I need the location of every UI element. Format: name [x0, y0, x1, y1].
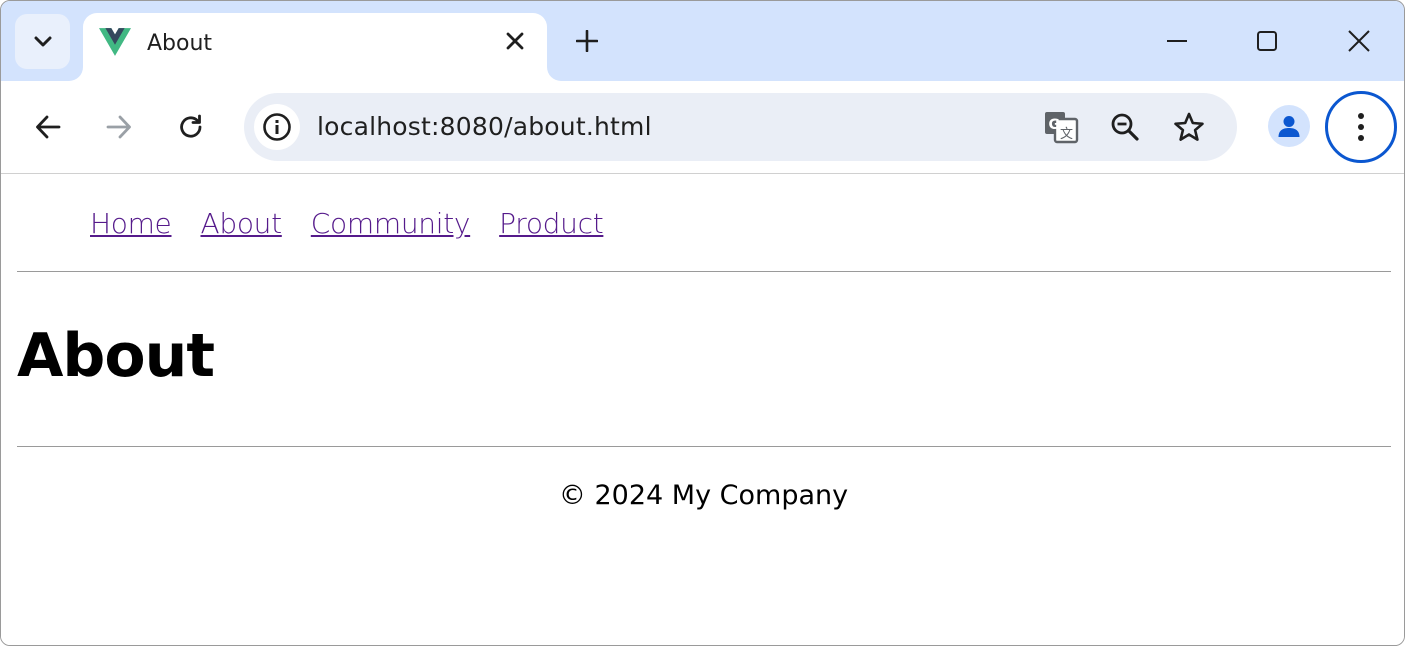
nav-link-home[interactable]: Home — [90, 207, 172, 240]
svg-text:G: G — [1049, 117, 1061, 133]
arrow-left-icon — [36, 115, 61, 139]
reload-button[interactable] — [169, 105, 213, 149]
nav-link-about[interactable]: About — [201, 207, 283, 240]
tab-close-button[interactable] — [503, 29, 527, 53]
new-tab-button[interactable] — [567, 21, 607, 61]
forward-button[interactable] — [97, 105, 141, 149]
address-bar[interactable]: localhost:8080/about.html G 文 — [244, 93, 1237, 161]
active-tab[interactable]: About — [83, 13, 547, 81]
minimize-icon — [1167, 40, 1187, 42]
chevron-down-icon — [34, 36, 51, 46]
nav-link-product[interactable]: Product — [499, 207, 604, 240]
tab-title: About — [147, 31, 213, 56]
browser-window: About localhost:8080/about.html G 文 Home… — [0, 0, 1405, 646]
maximize-icon — [1257, 31, 1277, 51]
footer-copyright: © 2024 My Company — [558, 480, 849, 511]
close-icon — [506, 32, 524, 50]
translate-icon: G 文 — [1045, 112, 1079, 144]
person-icon — [1278, 116, 1300, 137]
browser-toolbar: localhost:8080/about.html G 文 — [1, 81, 1404, 174]
reload-icon — [180, 114, 202, 138]
site-info-button[interactable] — [254, 104, 300, 150]
divider — [17, 446, 1391, 447]
url-text[interactable]: localhost:8080/about.html — [317, 112, 652, 141]
plus-icon — [576, 30, 598, 52]
page-title: About — [17, 321, 215, 391]
tab-strip: About — [1, 1, 1404, 81]
tab-search-button[interactable] — [15, 14, 70, 69]
arrow-right-icon — [106, 115, 131, 139]
star-icon — [1174, 112, 1204, 141]
back-button[interactable] — [26, 105, 70, 149]
more-vert-icon — [1358, 113, 1364, 141]
translate-button[interactable]: G 文 — [1040, 106, 1082, 148]
close-window-button[interactable] — [1337, 19, 1381, 63]
svg-text:文: 文 — [1060, 127, 1073, 142]
divider — [17, 271, 1391, 272]
page-content: Home About Community Product About © 202… — [1, 175, 1404, 645]
profile-button[interactable] — [1268, 105, 1310, 147]
nav-link-community[interactable]: Community — [311, 207, 471, 240]
close-window-icon — [1348, 30, 1370, 52]
info-icon — [263, 113, 291, 141]
site-nav: Home About Community Product — [90, 207, 632, 240]
vue-logo-icon — [99, 28, 131, 56]
minimize-button[interactable] — [1155, 19, 1199, 63]
zoom-button[interactable] — [1104, 106, 1146, 148]
browser-menu-button[interactable] — [1325, 91, 1397, 163]
bookmark-button[interactable] — [1168, 106, 1210, 148]
zoom-out-icon — [1111, 113, 1139, 141]
maximize-button[interactable] — [1245, 19, 1289, 63]
